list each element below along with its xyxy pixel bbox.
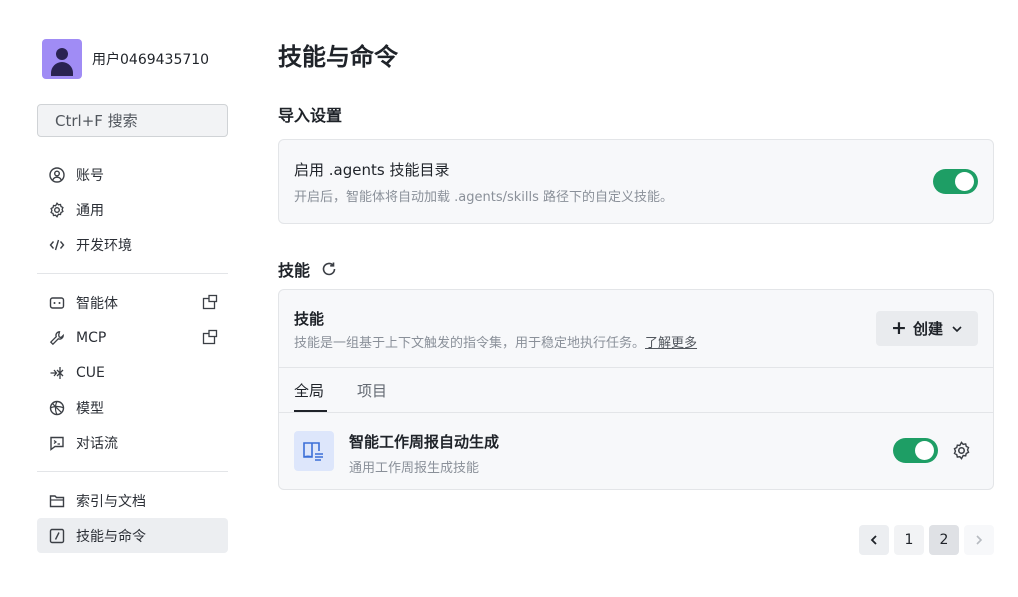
- agent-icon: [48, 294, 65, 311]
- skill-toggle[interactable]: [893, 438, 938, 463]
- page-1-button[interactable]: 1: [894, 525, 924, 555]
- next-page-button[interactable]: [964, 525, 994, 555]
- wrench-icon: [48, 329, 65, 346]
- create-label: 创建: [912, 320, 943, 338]
- sidebar-item-account[interactable]: 账号: [37, 157, 228, 192]
- sidebar-item-agents[interactable]: 智能体: [37, 285, 228, 320]
- tab-project[interactable]: 项目: [357, 380, 387, 401]
- skills-section-title: 技能: [278, 261, 311, 280]
- sidebar-item-label: 账号: [76, 167, 104, 184]
- nav-group-1: 账号 通用 开发环境 智能体 MCP CUE 模型 对话流 索引与文档 技能与命…: [37, 157, 228, 553]
- sidebar-item-mcp[interactable]: MCP: [37, 320, 228, 355]
- skills-section-header: 技能: [278, 257, 338, 281]
- sidebar-item-dev-env[interactable]: 开发环境: [37, 227, 228, 262]
- model-icon: [48, 399, 65, 416]
- skills-card-desc: 技能是一组基于上下文触发的指令集，用于稳定地执行任务。了解更多: [294, 332, 697, 351]
- skill-name: 智能工作周报自动生成: [349, 433, 500, 451]
- active-tab-indicator: [294, 410, 327, 412]
- sidebar-item-skills-commands[interactable]: 技能与命令: [37, 518, 228, 553]
- page-2-button[interactable]: 2: [929, 525, 959, 555]
- learn-more-link[interactable]: 了解更多: [645, 336, 697, 351]
- user-circle-icon: [48, 166, 65, 183]
- skills-card-title: 技能: [294, 310, 325, 328]
- plus-icon: +: [891, 317, 907, 339]
- external-window-icon[interactable]: [202, 294, 218, 310]
- divider: [37, 471, 228, 472]
- tab-global[interactable]: 全局: [294, 380, 324, 401]
- import-settings-title: 导入设置: [278, 106, 343, 125]
- sidebar-item-general[interactable]: 通用: [37, 192, 228, 227]
- search-box[interactable]: Ctrl+F 搜索: [37, 104, 228, 137]
- username: 用户0469435710: [92, 52, 210, 68]
- divider: [37, 273, 228, 274]
- external-window-icon[interactable]: [202, 329, 218, 345]
- code-icon: [48, 236, 65, 253]
- sidebar-item-label: MCP: [76, 329, 107, 346]
- sidebar-item-chat-flow[interactable]: 对话流: [37, 425, 228, 460]
- chevron-left-icon: [870, 535, 877, 545]
- chat-flow-icon: [48, 434, 65, 451]
- user-profile[interactable]: 用户0469435710: [42, 39, 209, 79]
- sidebar-item-index-docs[interactable]: 索引与文档: [37, 483, 228, 518]
- list-item[interactable]: 智能工作周报自动生成 通用工作周报生成技能: [279, 413, 993, 489]
- sidebar-item-label: 索引与文档: [76, 493, 146, 510]
- folder-icon: [48, 492, 65, 509]
- skills-tabs: 全局 项目: [279, 367, 993, 413]
- skills-card-header: 技能 技能是一组基于上下文触发的指令集，用于稳定地执行任务。了解更多: [294, 308, 697, 351]
- sidebar-item-label: 对话流: [76, 435, 118, 452]
- avatar: [42, 39, 82, 79]
- agents-dir-toggle[interactable]: [933, 169, 978, 194]
- sidebar-item-label: 技能与命令: [76, 528, 146, 545]
- sidebar-item-label: 通用: [76, 202, 104, 219]
- book-icon: [294, 431, 334, 471]
- sidebar-item-label: CUE: [76, 364, 105, 381]
- agents-dir-title: 启用 .agents 技能目录: [294, 161, 450, 179]
- skill-desc: 通用工作周报生成技能: [349, 461, 480, 476]
- gear-icon[interactable]: [952, 441, 971, 460]
- cue-icon: [48, 364, 65, 381]
- sidebar-item-label: 智能体: [76, 295, 118, 312]
- agents-dir-desc: 开启后，智能体将自动加载 .agents/skills 路径下的自定义技能。: [294, 190, 674, 205]
- prev-page-button[interactable]: [859, 525, 889, 555]
- skills-card: 技能 技能是一组基于上下文触发的指令集，用于稳定地执行任务。了解更多 + 创建 …: [278, 289, 994, 490]
- sidebar: 用户0469435710 Ctrl+F 搜索 账号 通用 开发环境 智能体 MC…: [37, 0, 228, 597]
- sidebar-item-cue[interactable]: CUE: [37, 355, 228, 390]
- slash-icon: [48, 527, 65, 544]
- chevron-right-icon: [976, 535, 983, 545]
- chevron-down-icon: [952, 325, 962, 332]
- refresh-icon[interactable]: [320, 260, 338, 278]
- sidebar-item-label: 模型: [76, 400, 104, 417]
- page-title: 技能与命令: [278, 43, 398, 71]
- create-skill-button[interactable]: + 创建: [876, 311, 978, 346]
- sidebar-item-models[interactable]: 模型: [37, 390, 228, 425]
- import-settings-card: 启用 .agents 技能目录 开启后，智能体将自动加载 .agents/ski…: [278, 139, 994, 224]
- gear-icon: [48, 201, 65, 218]
- sidebar-item-label: 开发环境: [76, 237, 132, 254]
- skills-desc-text: 技能是一组基于上下文触发的指令集，用于稳定地执行任务。: [294, 336, 646, 351]
